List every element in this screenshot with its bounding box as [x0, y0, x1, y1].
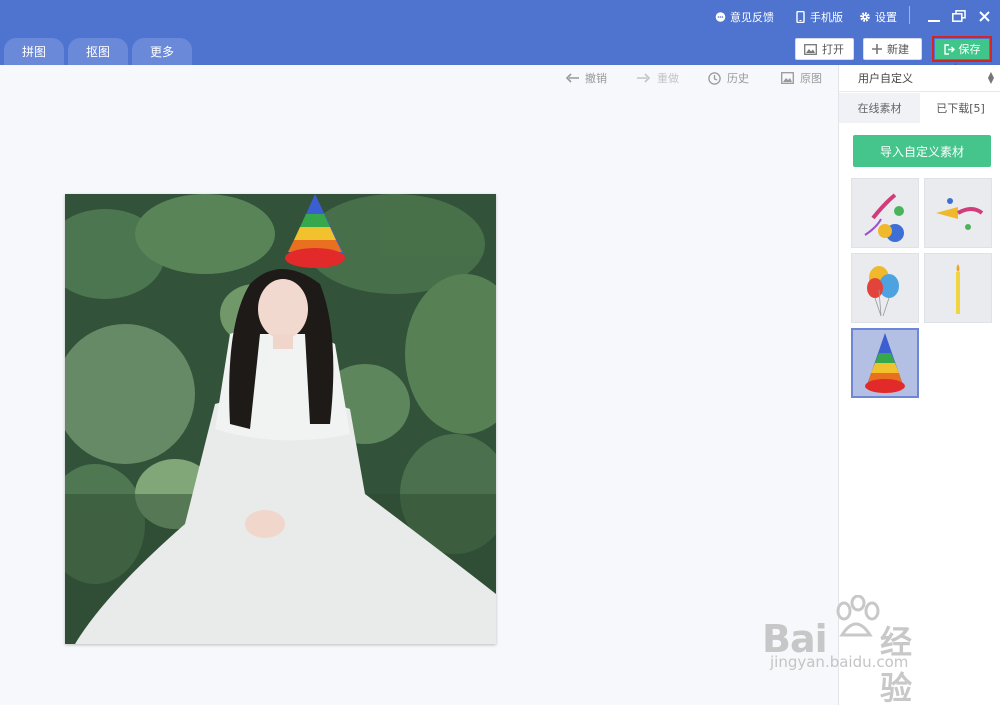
new-label: 新建	[887, 43, 909, 56]
sticker-thumb-party-blower[interactable]	[924, 178, 992, 248]
title-bar: 意见反馈 手机版 设置 拼图 抠图 更多 打开 新建 保存	[0, 0, 1000, 65]
sticker-thumb-candle[interactable]	[924, 253, 992, 323]
photo-illustration	[65, 194, 496, 644]
sticker-thumb-party-hat[interactable]	[851, 328, 919, 398]
close-icon	[978, 10, 990, 22]
tab-collage[interactable]: 拼图	[4, 38, 65, 65]
save-label: 保存	[958, 43, 981, 56]
redo-button[interactable]: 重做	[637, 70, 679, 86]
party-hat-icon	[865, 333, 905, 393]
feedback-link[interactable]: 意见反馈	[714, 8, 774, 26]
party-blower-icon	[936, 198, 984, 230]
feedback-label: 意见反馈	[730, 11, 774, 24]
undo-label: 撤销	[585, 72, 607, 85]
history-label: 历史	[727, 72, 749, 85]
candle-icon	[956, 264, 960, 314]
sticker-thumb-balloons[interactable]	[851, 253, 919, 323]
phone-icon	[794, 11, 806, 23]
settings-label: 设置	[875, 11, 897, 24]
plus-icon	[872, 44, 882, 54]
image-icon	[804, 43, 817, 55]
canvas-photo[interactable]	[65, 194, 496, 644]
close-button[interactable]	[974, 6, 994, 26]
main-tabs: 拼图 抠图 更多	[4, 38, 193, 65]
party-horn-icon	[864, 193, 904, 242]
balloons-icon	[867, 266, 899, 317]
new-button[interactable]: 新建	[863, 38, 922, 60]
restore-button[interactable]	[949, 6, 969, 26]
settings-link[interactable]: 设置	[859, 8, 897, 26]
clock-icon	[708, 71, 721, 85]
minimize-icon	[928, 20, 940, 22]
category-dropdown-value: 用户自定义	[858, 72, 913, 85]
category-dropdown[interactable]: 用户自定义 ▲ ▼	[839, 65, 1000, 92]
mobile-version-link[interactable]: 手机版	[794, 8, 843, 26]
tab-downloaded[interactable]: 已下载[5]	[920, 93, 1000, 123]
paw-logo	[836, 595, 880, 637]
gear-icon	[859, 11, 871, 23]
undo-button[interactable]: 撤销	[565, 70, 607, 86]
chat-bubble-icon	[714, 11, 726, 23]
original-button[interactable]: 原图	[781, 70, 822, 86]
tab-more[interactable]: 更多	[132, 38, 193, 65]
watermark-url: jingyan.baidu.com	[770, 653, 909, 671]
open-label: 打开	[822, 43, 844, 56]
open-button[interactable]: 打开	[795, 38, 854, 60]
redo-label: 重做	[657, 72, 679, 85]
arrow-right-icon	[637, 73, 651, 83]
save-button-face: 保存	[935, 39, 989, 59]
minimize-button[interactable]	[924, 6, 944, 26]
tab-online-materials[interactable]: 在线素材	[839, 93, 920, 123]
original-label: 原图	[800, 72, 822, 85]
history-button[interactable]: 历史	[708, 70, 749, 86]
export-icon	[943, 43, 955, 55]
restore-icon	[952, 10, 966, 22]
arrow-left-icon	[565, 73, 579, 83]
updown-arrow-icon: ▲ ▼	[987, 70, 994, 85]
mobile-label: 手机版	[810, 11, 843, 24]
picture-icon	[781, 72, 794, 84]
titlebar-divider	[909, 6, 910, 24]
sticker-thumb-party-horn[interactable]	[851, 178, 919, 248]
save-button[interactable]: 保存	[932, 36, 992, 62]
panel-tabs: 在线素材 已下载[5]	[839, 93, 1000, 123]
tab-cutout[interactable]: 抠图	[68, 38, 129, 65]
import-custom-button[interactable]: 导入自定义素材	[853, 135, 991, 167]
